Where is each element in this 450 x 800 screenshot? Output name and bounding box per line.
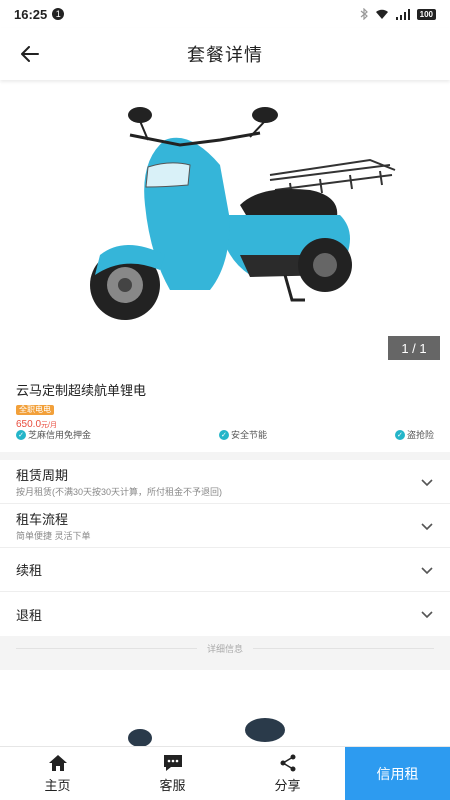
- nav-share[interactable]: 分享: [230, 747, 345, 800]
- divider-line: [253, 648, 435, 649]
- status-icons: 100: [360, 8, 436, 20]
- feature-list: ✓ 芝麻信用免押金 ✓ 安全节能 ✓ 盗抢险: [16, 428, 434, 441]
- status-time: 16:25: [14, 6, 48, 22]
- chevron-down-icon: [421, 566, 433, 574]
- page-title: 套餐详情: [187, 45, 263, 65]
- accordion-return[interactable]: 退租: [0, 592, 450, 636]
- chat-icon: [163, 754, 182, 771]
- check-icon: ✓: [16, 429, 26, 440]
- nav-home[interactable]: 主页: [0, 747, 115, 800]
- detail-image: [0, 670, 450, 750]
- accordion-subtitle: 按月租赁(不满30天按30天计算，所付租金不予退回): [16, 487, 223, 497]
- feature-label: 安全节能: [230, 430, 267, 440]
- battery-icon: 100: [416, 8, 436, 20]
- bottom-nav: 主页 客服 分享 信用租: [0, 746, 450, 800]
- feature-label: 芝麻信用免押金: [28, 430, 92, 440]
- share-icon: [280, 754, 295, 771]
- chevron-down-icon: [421, 478, 433, 486]
- product-image: [90, 107, 396, 320]
- feature-item: ✓ 盗抢险: [394, 428, 434, 441]
- product-gallery[interactable]: 1 / 1: [0, 80, 450, 370]
- accordion-renew[interactable]: 续租: [0, 548, 450, 592]
- accordion-rental-period[interactable]: 租赁周期 按月租赁(不满30天按30天计算，所付租金不予退回): [0, 460, 450, 504]
- arrow-left-icon: [21, 46, 39, 62]
- info-accordion: 租赁周期 按月租赁(不满30天按30天计算，所付租金不予退回) 租车流程 简单便…: [0, 460, 450, 636]
- status-bar: 16:25 1 100: [0, 0, 450, 28]
- nav-label: 分享: [274, 777, 301, 793]
- app-header: 套餐详情: [0, 28, 450, 80]
- back-button[interactable]: [14, 38, 46, 70]
- product-name: 云马定制超续航单锂电: [16, 383, 147, 398]
- accordion-title: 退租: [16, 607, 43, 623]
- nav-service[interactable]: 客服: [115, 747, 230, 800]
- detail-divider: 详细信息: [16, 642, 435, 655]
- page-indicator: 1 / 1: [388, 336, 440, 360]
- nav-label: 主页: [44, 777, 71, 793]
- detail-divider-label: 详细信息: [207, 644, 244, 654]
- accordion-rental-process[interactable]: 租车流程 简单便捷 灵活下单: [0, 504, 450, 548]
- product-info: 云马定制超续航单锂电 全职电电 650.0元/月 ✓ 芝麻信用免押金 ✓ 安全节…: [0, 370, 450, 452]
- check-icon: ✓: [394, 429, 405, 440]
- feature-item: ✓ 安全节能: [218, 428, 267, 441]
- chevron-down-icon: [421, 522, 433, 530]
- feature-item: ✓ 芝麻信用免押金: [16, 428, 91, 441]
- product-tag: 全职电电: [16, 405, 54, 415]
- credit-rent-button[interactable]: 信用租: [345, 747, 450, 800]
- notification-badge: 1: [52, 8, 65, 20]
- divider-line: [16, 648, 197, 649]
- bluetooth-icon: [360, 8, 368, 20]
- detail-product-image: [128, 718, 285, 747]
- feature-label: 盗抢险: [406, 430, 434, 440]
- accordion-subtitle: 简单便捷 灵活下单: [16, 531, 91, 541]
- accordion-title: 续租: [16, 563, 43, 578]
- nav-label: 客服: [159, 777, 186, 793]
- check-icon: ✓: [218, 429, 229, 440]
- home-icon: [48, 754, 67, 771]
- accordion-title: 租车流程: [16, 512, 69, 527]
- chevron-down-icon: [421, 611, 433, 619]
- wifi-icon: [375, 9, 388, 19]
- signal-icon: [395, 8, 410, 20]
- accordion-title: 租赁周期: [16, 468, 69, 483]
